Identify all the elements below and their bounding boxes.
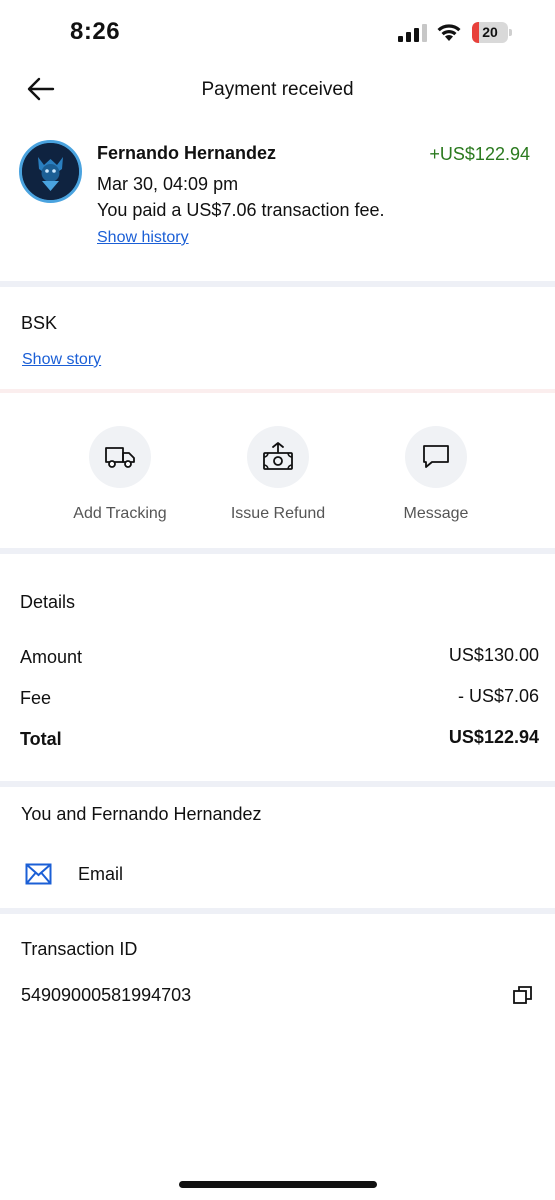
add-tracking-label: Add Tracking (73, 505, 167, 522)
battery-cap (509, 29, 512, 36)
avatar-image (22, 143, 79, 200)
action-circle (405, 426, 467, 488)
amount-value: US$130.00 (448, 645, 539, 665)
battery-indicator: 20 (472, 22, 512, 43)
total-label: Total (20, 729, 62, 749)
status-time: 8:26 (70, 18, 121, 45)
amount-label: Amount (20, 647, 83, 667)
section-divider (0, 548, 555, 554)
email-button[interactable]: Email (0, 850, 555, 898)
email-label: Email (78, 864, 124, 884)
home-indicator[interactable] (179, 1181, 377, 1188)
battery-level: 20 (482, 24, 498, 40)
wifi-icon (437, 24, 461, 41)
section-divider (0, 781, 555, 787)
truck-icon (105, 447, 135, 468)
fee-note: You paid a US$7.06 transaction fee. (97, 200, 385, 220)
page-title: Payment received (201, 79, 354, 100)
issue-refund-button[interactable]: Issue Refund (198, 426, 358, 526)
section-divider (0, 281, 555, 287)
header: Payment received (0, 62, 555, 118)
message-label: Message (403, 505, 469, 522)
transaction-id-value: 54909000581994703 (21, 985, 192, 1005)
copy-icon[interactable] (512, 984, 534, 1006)
show-story-link[interactable]: Show story (22, 351, 101, 369)
payer-summary: Fernando Hernandez +US$122.94 Mar 30, 04… (0, 130, 555, 280)
avatar[interactable] (19, 140, 82, 203)
battery-body: 20 (472, 22, 508, 43)
add-tracking-button[interactable]: Add Tracking (40, 426, 200, 526)
payer-name: Fernando Hernandez (97, 143, 277, 163)
details-heading: Details (20, 592, 76, 612)
fee-value: - US$7.06 (457, 686, 539, 706)
section-divider (0, 908, 555, 914)
total-value: US$122.94 (448, 727, 539, 747)
section-divider (0, 389, 555, 393)
action-circle (247, 426, 309, 488)
envelope-icon (25, 863, 52, 885)
chat-bubble-icon (423, 445, 449, 468)
cellular-signal-icon (398, 24, 427, 42)
payment-date: Mar 30, 04:09 pm (97, 174, 239, 194)
fee-label: Fee (20, 688, 52, 708)
show-history-link[interactable]: Show history (97, 229, 189, 247)
message-button[interactable]: Message (356, 426, 516, 526)
status-bar: 8:26 20 (0, 0, 555, 62)
issue-refund-label: Issue Refund (230, 505, 326, 522)
contact-heading: You and Fernando Hernandez (21, 804, 262, 824)
payment-note: BSK (21, 313, 58, 333)
refund-cash-icon (263, 442, 293, 470)
action-circle (89, 426, 151, 488)
transaction-id-heading: Transaction ID (21, 939, 138, 959)
payment-amount: +US$122.94 (429, 144, 530, 164)
